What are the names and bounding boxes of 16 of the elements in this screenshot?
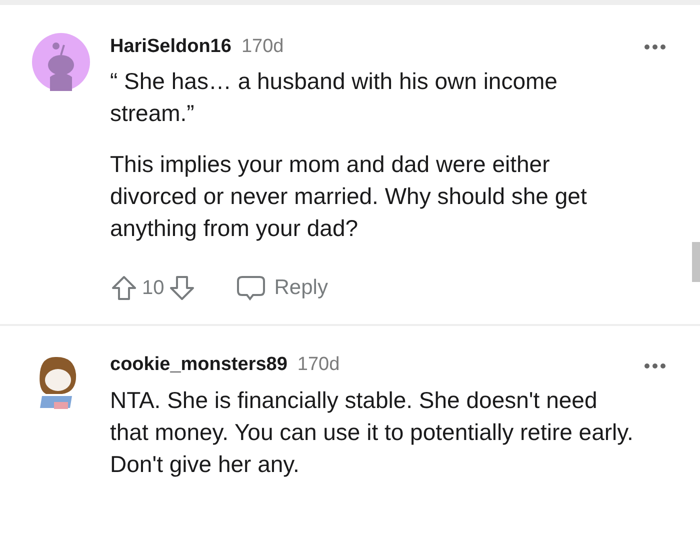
comment-age: 170d	[241, 34, 284, 59]
comment-text: “ She has… a husband with his own income stream.”	[110, 67, 558, 128]
upvote-icon[interactable]	[110, 274, 138, 302]
vote-count: 10	[142, 276, 164, 301]
scrollbar-thumb[interactable]	[692, 242, 700, 282]
comment-icon	[236, 274, 266, 302]
comment-age: 170d	[297, 353, 340, 378]
avatar-icon	[32, 33, 90, 91]
more-options-icon[interactable]	[644, 44, 666, 50]
username[interactable]: HariSeldon16	[110, 32, 232, 62]
reply-button[interactable]: Reply	[236, 272, 328, 304]
username[interactable]: cookie_monsters89	[110, 351, 288, 380]
more-options-icon[interactable]	[644, 362, 666, 368]
comment-text: NTA. She is financially stable. She doesn't need that money. You can use it to potentially retire early. Don't give her any.	[110, 386, 634, 479]
downvote-icon[interactable]	[168, 274, 196, 302]
comment-text: This implies your mom and dad were either divorced or never married. Why should she get anything from your dad?	[110, 150, 588, 243]
